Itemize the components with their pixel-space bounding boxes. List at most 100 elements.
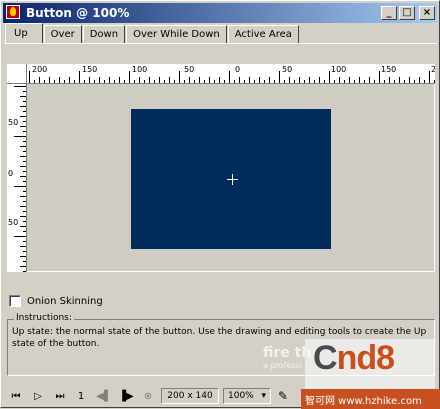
ruler-tick	[23, 181, 26, 182]
zoom-select[interactable]: 100% ▾	[223, 388, 271, 404]
ruler-tick	[29, 71, 30, 83]
pencil-icon[interactable]: ✎	[275, 388, 291, 404]
ruler-tick	[20, 166, 26, 167]
ruler-tick	[194, 80, 195, 83]
ruler-tick	[94, 80, 95, 83]
ruler-tick	[184, 80, 185, 83]
next-frame-icon: ▐▶	[118, 390, 134, 402]
ruler-label: 0	[8, 169, 14, 178]
onion-skinning-checkbox[interactable]	[9, 295, 21, 307]
ruler-label: 200	[431, 65, 435, 74]
ruler-tick	[279, 71, 280, 83]
maximize-icon: □	[402, 7, 412, 18]
ruler-tick	[149, 77, 150, 83]
ruler-tick	[354, 80, 355, 83]
ruler-tick	[104, 80, 105, 83]
last-frame-icon: ⏭	[55, 390, 65, 402]
ruler-tick	[20, 106, 26, 107]
instructions-title: Instructions:	[14, 313, 74, 323]
first-frame-icon: ⏮	[11, 390, 21, 402]
ruler-tick	[39, 77, 40, 83]
next-frame-button[interactable]: ▐▶	[117, 388, 135, 404]
ruler-tick	[284, 80, 285, 83]
watermark-bar: 智可网 www.hzhike.com	[301, 389, 440, 409]
ruler-tick	[294, 80, 295, 83]
ruler-tick	[20, 116, 26, 117]
stop-icon: ⊗	[143, 390, 153, 402]
ruler-tick	[399, 77, 400, 83]
last-frame-button[interactable]: ⏭	[51, 388, 69, 404]
vertical-ruler[interactable]: 50 0 50	[7, 84, 27, 272]
ruler-tick	[20, 156, 26, 157]
ruler-tick	[23, 201, 26, 202]
ruler-tick	[249, 77, 250, 83]
ruler-tick	[49, 77, 50, 83]
ruler-tick	[23, 161, 26, 162]
ruler-tick	[404, 80, 405, 83]
ruler-tick	[23, 101, 26, 102]
ruler-tick	[23, 211, 26, 212]
ruler-tick	[389, 77, 390, 83]
ruler-tick	[189, 77, 190, 83]
ruler-tick	[199, 77, 200, 83]
tab-over[interactable]: Over	[43, 25, 82, 43]
ruler-label: 100	[132, 65, 148, 74]
stop-button[interactable]: ⊗	[139, 388, 157, 404]
ruler-tick	[214, 80, 215, 83]
prev-frame-button[interactable]: ◀▌	[95, 388, 113, 404]
ruler-tick	[20, 146, 26, 147]
ruler-tick	[14, 86, 26, 87]
ruler-tick	[129, 71, 130, 83]
document-size-display[interactable]: 200 x 140	[161, 388, 219, 404]
first-frame-button[interactable]: ⏮	[7, 388, 25, 404]
ruler-tick	[269, 77, 270, 83]
ruler-tick	[20, 266, 26, 267]
play-button[interactable]: ▷	[29, 388, 47, 404]
prev-frame-icon: ◀▌	[96, 390, 112, 402]
ruler-tick	[239, 77, 240, 83]
ruler-tick	[374, 80, 375, 83]
ruler-tick	[174, 80, 175, 83]
onion-skinning-control[interactable]: Onion Skinning	[9, 295, 103, 307]
ruler-tick	[23, 271, 26, 272]
minimize-icon: _	[386, 7, 392, 18]
tab-active-area[interactable]: Active Area	[227, 25, 299, 43]
close-button[interactable]: ×	[419, 6, 435, 20]
ruler-label: 50	[8, 218, 19, 227]
ruler-corner	[7, 64, 27, 84]
ruler-tick	[409, 77, 410, 83]
maximize-button[interactable]: □	[399, 6, 415, 20]
watermark-cnd8-logo: Cnd8	[313, 339, 395, 378]
window-title: Button @ 100%	[26, 6, 130, 20]
tab-down[interactable]: Down	[82, 25, 126, 43]
play-icon: ▷	[34, 390, 42, 402]
chevron-down-icon: ▾	[261, 391, 266, 401]
ruler-tick	[309, 77, 310, 83]
ruler-tick	[23, 241, 26, 242]
ruler-tick	[23, 171, 26, 172]
ruler-tick	[139, 77, 140, 83]
ruler-label: 0	[235, 65, 241, 74]
ruler-label: 50	[282, 65, 293, 74]
ruler-tick	[79, 71, 80, 83]
ruler-tick	[424, 80, 425, 83]
ruler-tick	[319, 77, 320, 83]
ruler-tick	[369, 77, 370, 83]
ruler-tick	[274, 80, 275, 83]
ruler-tick	[109, 77, 110, 83]
horizontal-ruler[interactable]: 200 150 100 50 0 50 100 150 200	[7, 64, 435, 84]
ruler-tick	[254, 80, 255, 83]
ruler-tick	[69, 77, 70, 83]
ruler-tick	[23, 221, 26, 222]
title-bar[interactable]: Button @ 100% _ □ ×	[3, 3, 437, 23]
ruler-tick	[99, 77, 100, 83]
ruler-tick	[20, 256, 26, 257]
ruler-tick	[34, 80, 35, 83]
tab-over-while-down[interactable]: Over While Down	[126, 25, 227, 43]
close-icon: ×	[422, 7, 432, 18]
ruler-tick	[299, 77, 300, 83]
ruler-tick	[23, 251, 26, 252]
tab-up[interactable]: Up	[5, 23, 43, 43]
ruler-tick	[54, 80, 55, 83]
minimize-button[interactable]: _	[381, 6, 397, 20]
